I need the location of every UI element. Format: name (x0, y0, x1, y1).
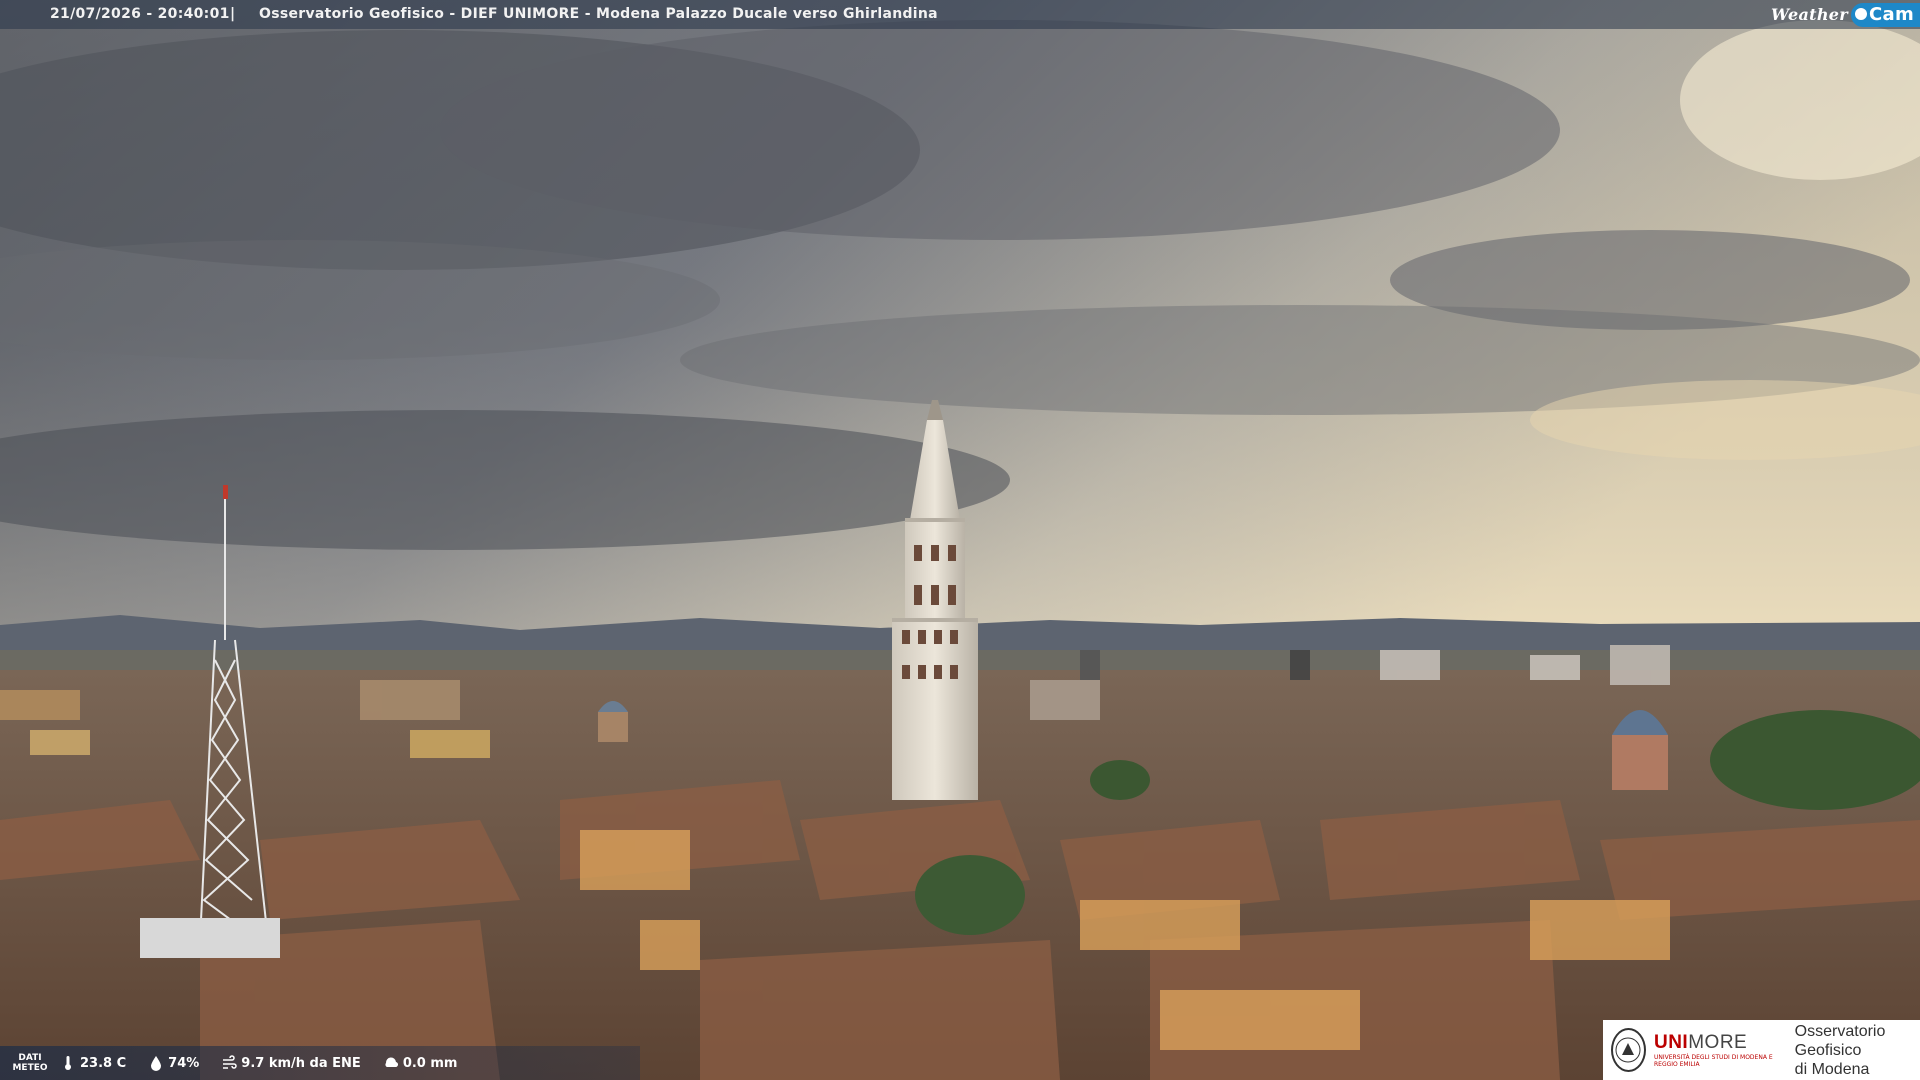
unimore-uni: UNI (1653, 1032, 1689, 1053)
brand-weather: Weather (1771, 5, 1848, 24)
unimore-wordmark: UNIMORE UNIVERSITÀ DEGLI STUDI DI MODENA… (1654, 1032, 1783, 1068)
brand-cam-label: Cam (1868, 3, 1914, 25)
thermometer-icon (65, 1056, 71, 1070)
droplet-icon (151, 1056, 162, 1071)
brand-cam: Cam (1850, 2, 1920, 27)
unimore-logo-box: UNIMORE UNIVERSITÀ DEGLI STUDI DI MODENA… (1603, 1020, 1920, 1080)
observatory-line-1: Osservatorio Geofisico (1794, 1022, 1886, 1059)
wind-value: 9.7 km/h da ENE (241, 1055, 361, 1071)
temperature-reading: 23.8 C (60, 1055, 126, 1071)
rain-icon (385, 1057, 398, 1068)
weathercam-logo: Weather Cam (1771, 0, 1920, 29)
rain-value: 0.0 mm (402, 1055, 458, 1071)
unimore-more: MORE (1688, 1032, 1748, 1053)
unimore-seal-icon (1611, 1028, 1646, 1072)
caption-separator: | (230, 6, 236, 22)
observatory-line-2: di Modena (1794, 1060, 1870, 1078)
humidity-reading: 74% (148, 1055, 199, 1071)
temperature-value: 23.8 C (80, 1055, 127, 1071)
webcam-caption-bar: 21/07/2026 - 20:40:01 | Osservatorio Geo… (0, 0, 1920, 29)
webcam-caption: Osservatorio Geofisico - DIEF UNIMORE - … (259, 6, 938, 22)
webcam-photo (0, 0, 1920, 1080)
meteo-data-bar: DATI METEO 23.8 C 74% 9.7 km/h da ENE 0.… (0, 1046, 640, 1080)
wind-icon (223, 1055, 237, 1069)
wind-reading: 9.7 km/h da ENE (221, 1055, 361, 1071)
unimore-subtitle: UNIVERSITÀ DEGLI STUDI DI MODENA E REGGI… (1653, 1054, 1773, 1068)
timestamp: 21/07/2026 - 20:40:01 (50, 6, 230, 22)
humidity-value: 74% (168, 1055, 200, 1071)
observatory-name: Osservatorio Geofisico di Modena (1795, 1022, 1920, 1079)
rain-reading: 0.0 mm (383, 1055, 458, 1071)
meteo-label: DATI METEO (12, 1053, 48, 1073)
